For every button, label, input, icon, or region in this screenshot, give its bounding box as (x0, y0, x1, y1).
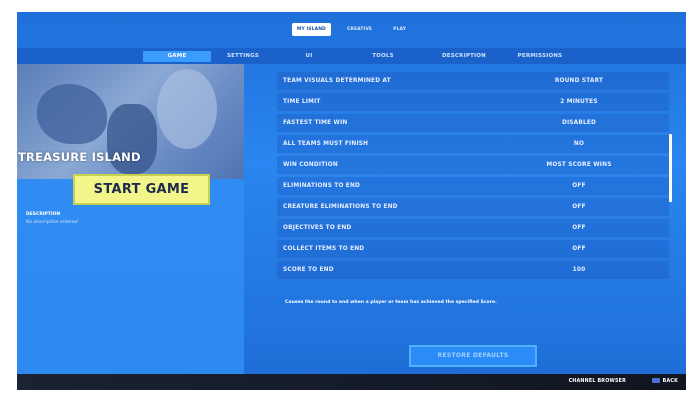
sub-tab-bar: GAME SETTINGS UI TOOLS DESCRIPTION PERMI… (17, 48, 686, 64)
setting-value: OFF (572, 204, 586, 210)
channel-browser-button[interactable]: CHANNEL BROWSER (569, 374, 626, 390)
setting-value: 2 MINUTES (560, 99, 598, 105)
setting-label: FASTEST TIME WIN (283, 120, 348, 126)
bottom-bar: CHANNEL BROWSER BACK (17, 374, 686, 390)
description-label: DESCRIPTION (26, 212, 61, 217)
setting-label: SCORE TO END (283, 267, 334, 273)
setting-row[interactable]: ELIMINATIONS TO END OFF (277, 177, 669, 196)
setting-value: OFF (572, 246, 586, 252)
setting-hint: Causes the round to end when a player or… (285, 300, 497, 305)
setting-value: MOST SCORE WINS (546, 162, 612, 168)
island-title: TREASURE ISLAND (18, 150, 141, 164)
setting-label: TIME LIMIT (283, 99, 321, 105)
tab-play[interactable]: PLAY (388, 23, 411, 36)
settings-scrollbar[interactable] (669, 134, 672, 202)
setting-value: OFF (572, 225, 586, 231)
key-icon (651, 378, 660, 383)
setting-label: ALL TEAMS MUST FINISH (283, 141, 369, 147)
tab-tools[interactable]: TOOLS (353, 51, 413, 62)
tab-settings[interactable]: SETTINGS (213, 51, 273, 62)
back-button[interactable]: BACK (651, 374, 678, 390)
setting-row[interactable]: FASTEST TIME WIN DISABLED (277, 114, 669, 133)
setting-row[interactable]: TIME LIMIT 2 MINUTES (277, 93, 669, 112)
tab-creative[interactable]: CREATIVE (342, 23, 377, 36)
setting-row[interactable]: COLLECT ITEMS TO END OFF (277, 240, 669, 259)
setting-label: ELIMINATIONS TO END (283, 183, 361, 189)
tab-game[interactable]: GAME (143, 51, 211, 62)
start-game-button[interactable]: START GAME (73, 174, 210, 205)
setting-value: NO (573, 141, 585, 147)
game-screen: MY ISLAND CREATIVE PLAY GAME SETTINGS UI… (17, 12, 686, 390)
tab-permissions[interactable]: PERMISSIONS (505, 51, 575, 62)
setting-row[interactable]: ALL TEAMS MUST FINISH NO (277, 135, 669, 154)
setting-label: COLLECT ITEMS TO END (283, 246, 365, 252)
restore-defaults-button[interactable]: RESTORE DEFAULTS (409, 345, 537, 367)
setting-value: 100 (572, 267, 586, 273)
top-tabs: MY ISLAND CREATIVE PLAY (17, 23, 686, 39)
setting-row[interactable]: SCORE TO END 100 (277, 261, 669, 280)
setting-label: TEAM VISUALS DETERMINED AT (283, 78, 391, 84)
setting-label: OBJECTIVES TO END (283, 225, 352, 231)
setting-row[interactable]: CREATURE ELIMINATIONS TO END OFF (277, 198, 669, 217)
tab-my-island[interactable]: MY ISLAND (291, 23, 331, 36)
settings-list: TEAM VISUALS DETERMINED AT ROUND START T… (277, 72, 669, 286)
setting-value: OFF (572, 183, 586, 189)
setting-value: ROUND START (554, 78, 604, 84)
setting-value: DISABLED (561, 120, 597, 126)
back-label: BACK (662, 379, 678, 384)
setting-label: WIN CONDITION (283, 162, 338, 168)
setting-row[interactable]: WIN CONDITION MOST SCORE WINS (277, 156, 669, 175)
setting-row[interactable]: OBJECTIVES TO END OFF (277, 219, 669, 238)
setting-label: CREATURE ELIMINATIONS TO END (283, 204, 398, 210)
tab-ui[interactable]: UI (289, 51, 329, 62)
tab-description[interactable]: DESCRIPTION (429, 51, 499, 62)
island-panel: TREASURE ISLAND START GAME DESCRIPTION N… (17, 64, 244, 374)
description-text: No description entered (26, 220, 78, 225)
setting-row[interactable]: TEAM VISUALS DETERMINED AT ROUND START (277, 72, 669, 91)
